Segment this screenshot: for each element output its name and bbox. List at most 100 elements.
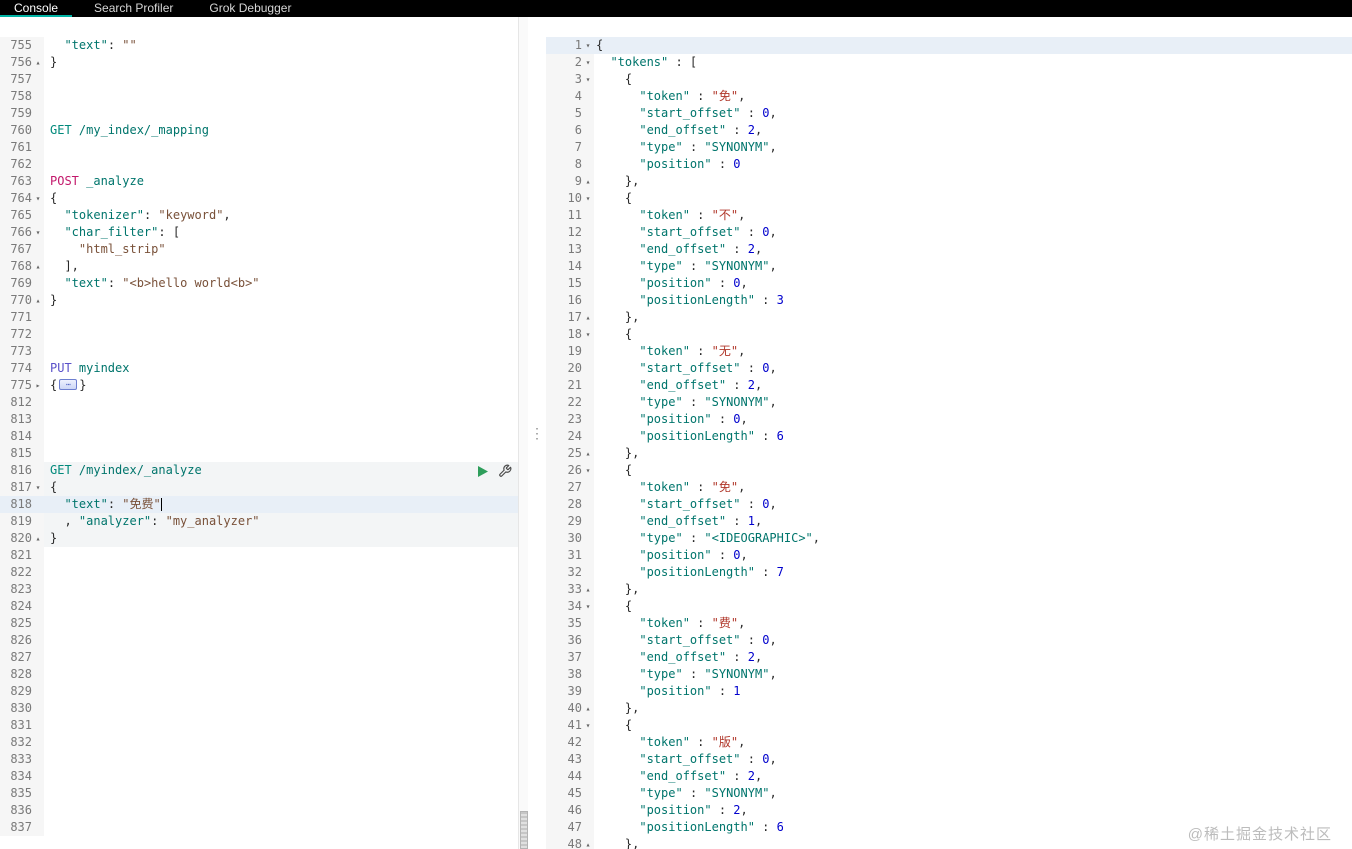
fold-toggle-icon[interactable]: ▾ [582,326,594,343]
code-line[interactable]: 775 ▸ {⋯} [0,377,528,394]
code-line[interactable]: 836 [0,802,528,819]
fold-toggle-icon[interactable]: ▾ [582,598,594,615]
code-line[interactable]: 45 "type" : "SYNONYM", [546,785,1352,802]
fold-toggle-icon[interactable]: ▴ [32,54,44,71]
code-line[interactable]: 771 [0,309,528,326]
fold-toggle-icon[interactable]: ▾ [32,224,44,241]
code-line[interactable]: 4 "token" : "免", [546,88,1352,105]
code-line[interactable]: 41 ▾ { [546,717,1352,734]
code-line[interactable]: 10 ▾ { [546,190,1352,207]
code-line[interactable]: 14 "type" : "SYNONYM", [546,258,1352,275]
code-line[interactable]: 5 "start_offset" : 0, [546,105,1352,122]
code-line[interactable]: 7 "type" : "SYNONYM", [546,139,1352,156]
fold-toggle-icon[interactable]: ▾ [582,462,594,479]
code-line[interactable]: 16 "positionLength" : 3 [546,292,1352,309]
code-line[interactable]: 760 GET /my_index/_mapping [0,122,528,139]
fold-toggle-icon[interactable]: ▸ [32,377,44,394]
fold-toggle-icon[interactable]: ▴ [32,258,44,275]
code-line[interactable]: 770 ▴} [0,292,528,309]
fold-toggle-icon[interactable]: ▴ [582,836,594,849]
code-line[interactable]: 19 "token" : "无", [546,343,1352,360]
code-line[interactable]: 756 ▴} [0,54,528,71]
code-line[interactable]: 9 ▴ }, [546,173,1352,190]
editor-scrollbar[interactable] [518,17,528,849]
code-line[interactable]: 759 [0,105,528,122]
code-line[interactable]: 823 [0,581,528,598]
fold-toggle-icon[interactable]: ▴ [32,530,44,547]
code-line[interactable]: 831 [0,717,528,734]
code-line[interactable]: 812 [0,394,528,411]
code-line[interactable]: 765 "tokenizer": "keyword", [0,207,528,224]
code-line[interactable]: 17 ▴ }, [546,309,1352,326]
code-line[interactable]: 821 [0,547,528,564]
code-line[interactable]: 35 "token" : "费", [546,615,1352,632]
code-line[interactable]: 18 ▾ { [546,326,1352,343]
code-line[interactable]: 835 [0,785,528,802]
code-line[interactable]: 820 ▴} [0,530,528,547]
code-line[interactable]: 826 [0,632,528,649]
code-line[interactable]: 768 ▴ ], [0,258,528,275]
code-line[interactable]: 40 ▴ }, [546,700,1352,717]
code-line[interactable]: 819 , "analyzer": "my_analyzer" [0,513,528,530]
code-line[interactable]: 824 [0,598,528,615]
wrench-icon[interactable] [498,464,512,478]
fold-toggle-icon[interactable]: ▴ [582,700,594,717]
fold-toggle-icon[interactable]: ▾ [582,71,594,88]
code-line[interactable]: 44 "end_offset" : 2, [546,768,1352,785]
code-line[interactable]: 47 "positionLength" : 6 [546,819,1352,836]
code-line[interactable]: 1 ▾{ [546,37,1352,54]
code-line[interactable]: 815 [0,445,528,462]
code-line[interactable]: 830 [0,700,528,717]
code-line[interactable]: 834 [0,768,528,785]
code-line[interactable]: 34 ▾ { [546,598,1352,615]
code-line[interactable]: 3 ▾ { [546,71,1352,88]
tab-grok-debugger[interactable]: Grok Debugger [195,0,305,17]
fold-toggle-icon[interactable]: ▴ [582,173,594,190]
code-line[interactable]: 766 ▾ "char_filter": [ [0,224,528,241]
code-line[interactable]: 39 "position" : 1 [546,683,1352,700]
code-line[interactable]: 48 ▴ }, [546,836,1352,849]
fold-toggle-icon[interactable]: ▴ [32,292,44,309]
play-icon[interactable] [476,465,489,478]
code-line[interactable]: 32 "positionLength" : 7 [546,564,1352,581]
code-line[interactable]: 38 "type" : "SYNONYM", [546,666,1352,683]
code-line[interactable]: 21 "end_offset" : 2, [546,377,1352,394]
code-line[interactable]: 817 ▾{ [0,479,528,496]
panel-splitter[interactable]: ⋮ [528,17,546,849]
code-line[interactable]: 832 [0,734,528,751]
request-editor[interactable]: 755 "text": "" 756 ▴} 757 758 759 760 GET /my_i… [0,17,528,849]
fold-toggle-icon[interactable]: ▴ [582,445,594,462]
code-line[interactable]: 767 "html_strip" [0,241,528,258]
fold-toggle-icon[interactable]: ▾ [582,37,594,54]
code-line[interactable]: 43 "start_offset" : 0, [546,751,1352,768]
code-line[interactable]: 818 "text": "免费" [0,496,528,513]
code-line[interactable]: 8 "position" : 0 [546,156,1352,173]
code-line[interactable]: 23 "position" : 0, [546,411,1352,428]
code-line[interactable]: 24 "positionLength" : 6 [546,428,1352,445]
code-line[interactable]: 30 "type" : "<IDEOGRAPHIC>", [546,530,1352,547]
code-line[interactable]: 22 "type" : "SYNONYM", [546,394,1352,411]
code-line[interactable]: 764 ▾ { [0,190,528,207]
code-line[interactable]: 2 ▾ "tokens" : [ [546,54,1352,71]
response-viewer[interactable]: 1 ▾{2 ▾ "tokens" : [3 ▾ {4 "token" : "免", 5 … [546,17,1352,849]
code-line[interactable]: 829 [0,683,528,700]
code-line[interactable]: 6 "end_offset" : 2, [546,122,1352,139]
code-line[interactable]: 828 [0,666,528,683]
collapsed-fold-box[interactable]: ⋯ [59,379,78,390]
code-line[interactable]: 761 [0,139,528,156]
code-line[interactable]: 837 [0,819,528,836]
code-line[interactable]: 13 "end_offset" : 2, [546,241,1352,258]
fold-toggle-icon[interactable]: ▾ [582,717,594,734]
code-line[interactable]: 816 GET /myindex/_analyze [0,462,528,479]
code-line[interactable]: 822 [0,564,528,581]
code-line[interactable]: 28 "start_offset" : 0, [546,496,1352,513]
code-line[interactable]: 29 "end_offset" : 1, [546,513,1352,530]
code-line[interactable]: 758 [0,88,528,105]
code-line[interactable]: 814 [0,428,528,445]
code-line[interactable]: 27 "token" : "免", [546,479,1352,496]
fold-toggle-icon[interactable]: ▴ [582,581,594,598]
fold-toggle-icon[interactable]: ▾ [582,190,594,207]
code-line[interactable]: 825 [0,615,528,632]
fold-toggle-icon[interactable]: ▾ [582,54,594,71]
code-line[interactable]: 20 "start_offset" : 0, [546,360,1352,377]
